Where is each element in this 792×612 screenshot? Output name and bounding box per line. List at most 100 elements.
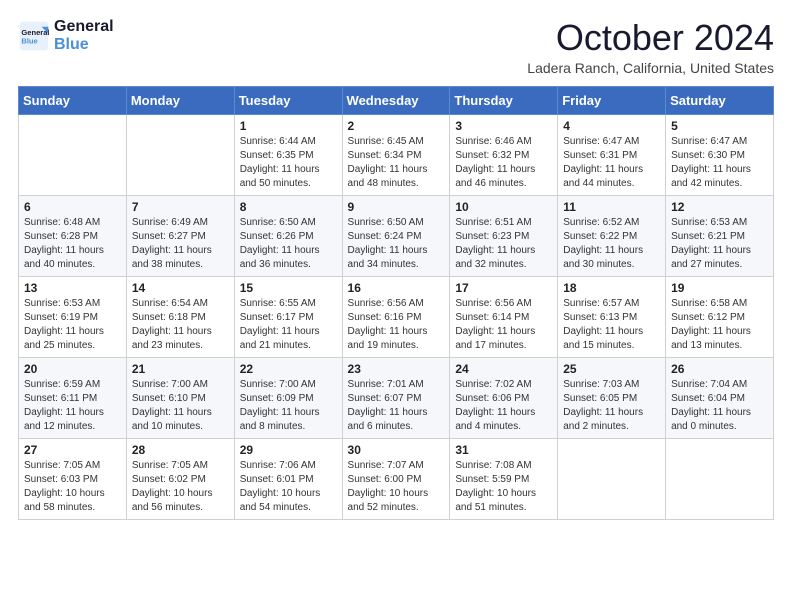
calendar-week-1: 1 Sunrise: 6:44 AM Sunset: 6:35 PM Daylig… <box>19 114 774 195</box>
day-header-wednesday: Wednesday <box>342 86 450 114</box>
day-number: 1 <box>240 119 337 133</box>
calendar-cell <box>666 438 774 519</box>
calendar-cell <box>19 114 127 195</box>
day-number: 27 <box>24 443 121 457</box>
calendar-cell: 20 Sunrise: 6:59 AM Sunset: 6:11 PM Dayli… <box>19 357 127 438</box>
day-number: 8 <box>240 200 337 214</box>
cell-info: Sunrise: 6:56 AM Sunset: 6:16 PM Dayligh… <box>348 297 445 353</box>
day-number: 13 <box>24 281 121 295</box>
cell-info: Sunrise: 6:59 AM Sunset: 6:11 PM Dayligh… <box>24 378 121 434</box>
calendar-cell: 9Sunrise: 6:50 AM Sunset: 6:24 PM Daylig… <box>342 195 450 276</box>
calendar-cell <box>126 114 234 195</box>
calendar-cell: 19Sunrise: 6:58 AM Sunset: 6:12 PM Dayli… <box>666 276 774 357</box>
cell-info: Sunrise: 6:48 AM Sunset: 6:28 PM Dayligh… <box>24 216 121 272</box>
cell-info: Sunrise: 6:52 AM Sunset: 6:22 PM Dayligh… <box>563 216 660 272</box>
day-number: 9 <box>348 200 445 214</box>
calendar-cell: 13Sunrise: 6:53 AM Sunset: 6:19 PM Dayli… <box>19 276 127 357</box>
location: Ladera Ranch, California, United States <box>527 60 774 76</box>
cell-info: Sunrise: 6:44 AM Sunset: 6:35 PM Dayligh… <box>240 135 337 191</box>
calendar-cell: 24 Sunrise: 7:02 AM Sunset: 6:06 PM Dayli… <box>450 357 558 438</box>
calendar-cell: 3 Sunrise: 6:46 AM Sunset: 6:32 PM Daylig… <box>450 114 558 195</box>
day-number: 21 <box>132 362 229 376</box>
day-number: 20 <box>24 362 121 376</box>
day-header-tuesday: Tuesday <box>234 86 342 114</box>
day-number: 18 <box>563 281 660 295</box>
cell-info: Sunrise: 7:00 AM Sunset: 6:10 PM Dayligh… <box>132 378 229 434</box>
cell-info: Sunrise: 7:02 AM Sunset: 6:06 PM Dayligh… <box>455 378 552 434</box>
calendar-header-row: SundayMondayTuesdayWednesdayThursdayFrid… <box>19 86 774 114</box>
day-number: 15 <box>240 281 337 295</box>
day-number: 22 <box>240 362 337 376</box>
calendar-cell: 27 Sunrise: 7:05 AM Sunset: 6:03 PM Dayli… <box>19 438 127 519</box>
day-header-monday: Monday <box>126 86 234 114</box>
day-number: 14 <box>132 281 229 295</box>
calendar-cell: 25 Sunrise: 7:03 AM Sunset: 6:05 PM Dayli… <box>558 357 666 438</box>
calendar-cell: 14 Sunrise: 6:54 AM Sunset: 6:18 PM Dayli… <box>126 276 234 357</box>
day-header-saturday: Saturday <box>666 86 774 114</box>
cell-info: Sunrise: 6:51 AM Sunset: 6:23 PM Dayligh… <box>455 216 552 272</box>
day-number: 26 <box>671 362 768 376</box>
logo-text: General Blue <box>54 18 114 53</box>
day-number: 17 <box>455 281 552 295</box>
cell-info: Sunrise: 6:57 AM Sunset: 6:13 PM Dayligh… <box>563 297 660 353</box>
svg-text:Blue: Blue <box>21 36 37 45</box>
cell-info: Sunrise: 7:00 AM Sunset: 6:09 PM Dayligh… <box>240 378 337 434</box>
day-number: 31 <box>455 443 552 457</box>
day-number: 2 <box>348 119 445 133</box>
day-number: 6 <box>24 200 121 214</box>
calendar-cell: 6 Sunrise: 6:48 AM Sunset: 6:28 PM Daylig… <box>19 195 127 276</box>
cell-info: Sunrise: 6:50 AM Sunset: 6:26 PM Dayligh… <box>240 216 337 272</box>
cell-info: Sunrise: 7:07 AM Sunset: 6:00 PM Dayligh… <box>348 459 445 515</box>
calendar-cell: 11 Sunrise: 6:52 AM Sunset: 6:22 PM Dayli… <box>558 195 666 276</box>
calendar-cell: 30 Sunrise: 7:07 AM Sunset: 6:00 PM Dayli… <box>342 438 450 519</box>
cell-info: Sunrise: 6:55 AM Sunset: 6:17 PM Dayligh… <box>240 297 337 353</box>
calendar-cell: 17 Sunrise: 6:56 AM Sunset: 6:14 PM Dayli… <box>450 276 558 357</box>
cell-info: Sunrise: 6:56 AM Sunset: 6:14 PM Dayligh… <box>455 297 552 353</box>
day-number: 29 <box>240 443 337 457</box>
page: General Blue General Blue October 2024 L… <box>0 0 792 538</box>
cell-info: Sunrise: 7:03 AM Sunset: 6:05 PM Dayligh… <box>563 378 660 434</box>
calendar-cell: 8 Sunrise: 6:50 AM Sunset: 6:26 PM Daylig… <box>234 195 342 276</box>
cell-info: Sunrise: 7:06 AM Sunset: 6:01 PM Dayligh… <box>240 459 337 515</box>
day-number: 25 <box>563 362 660 376</box>
calendar-cell: 7 Sunrise: 6:49 AM Sunset: 6:27 PM Daylig… <box>126 195 234 276</box>
cell-info: Sunrise: 7:05 AM Sunset: 6:03 PM Dayligh… <box>24 459 121 515</box>
cell-info: Sunrise: 6:46 AM Sunset: 6:32 PM Dayligh… <box>455 135 552 191</box>
calendar-cell: 5 Sunrise: 6:47 AM Sunset: 6:30 PM Daylig… <box>666 114 774 195</box>
calendar-cell: 21 Sunrise: 7:00 AM Sunset: 6:10 PM Dayli… <box>126 357 234 438</box>
cell-info: Sunrise: 7:08 AM Sunset: 5:59 PM Dayligh… <box>455 459 552 515</box>
calendar-week-5: 27 Sunrise: 7:05 AM Sunset: 6:03 PM Dayli… <box>19 438 774 519</box>
cell-info: Sunrise: 6:47 AM Sunset: 6:31 PM Dayligh… <box>563 135 660 191</box>
day-number: 10 <box>455 200 552 214</box>
calendar-cell <box>558 438 666 519</box>
day-number: 4 <box>563 119 660 133</box>
cell-info: Sunrise: 6:47 AM Sunset: 6:30 PM Dayligh… <box>671 135 768 191</box>
calendar-cell: 31 Sunrise: 7:08 AM Sunset: 5:59 PM Dayli… <box>450 438 558 519</box>
day-number: 19 <box>671 281 768 295</box>
cell-info: Sunrise: 6:54 AM Sunset: 6:18 PM Dayligh… <box>132 297 229 353</box>
day-number: 11 <box>563 200 660 214</box>
day-header-friday: Friday <box>558 86 666 114</box>
calendar-week-4: 20 Sunrise: 6:59 AM Sunset: 6:11 PM Dayli… <box>19 357 774 438</box>
day-number: 16 <box>348 281 445 295</box>
day-number: 24 <box>455 362 552 376</box>
cell-info: Sunrise: 6:49 AM Sunset: 6:27 PM Dayligh… <box>132 216 229 272</box>
header: General Blue General Blue October 2024 L… <box>18 18 774 76</box>
month-title: October 2024 <box>527 18 774 58</box>
logo: General Blue General Blue <box>18 18 114 53</box>
calendar-cell: 18 Sunrise: 6:57 AM Sunset: 6:13 PM Dayli… <box>558 276 666 357</box>
day-number: 3 <box>455 119 552 133</box>
cell-info: Sunrise: 7:01 AM Sunset: 6:07 PM Dayligh… <box>348 378 445 434</box>
day-number: 5 <box>671 119 768 133</box>
calendar-cell: 15 Sunrise: 6:55 AM Sunset: 6:17 PM Dayli… <box>234 276 342 357</box>
day-number: 30 <box>348 443 445 457</box>
cell-info: Sunrise: 6:45 AM Sunset: 6:34 PM Dayligh… <box>348 135 445 191</box>
day-number: 28 <box>132 443 229 457</box>
calendar-cell: 10 Sunrise: 6:51 AM Sunset: 6:23 PM Dayli… <box>450 195 558 276</box>
calendar: SundayMondayTuesdayWednesdayThursdayFrid… <box>18 86 774 520</box>
calendar-cell: 23 Sunrise: 7:01 AM Sunset: 6:07 PM Dayli… <box>342 357 450 438</box>
calendar-week-2: 6 Sunrise: 6:48 AM Sunset: 6:28 PM Daylig… <box>19 195 774 276</box>
day-number: 23 <box>348 362 445 376</box>
logo-line1: General <box>54 18 114 36</box>
day-number: 7 <box>132 200 229 214</box>
